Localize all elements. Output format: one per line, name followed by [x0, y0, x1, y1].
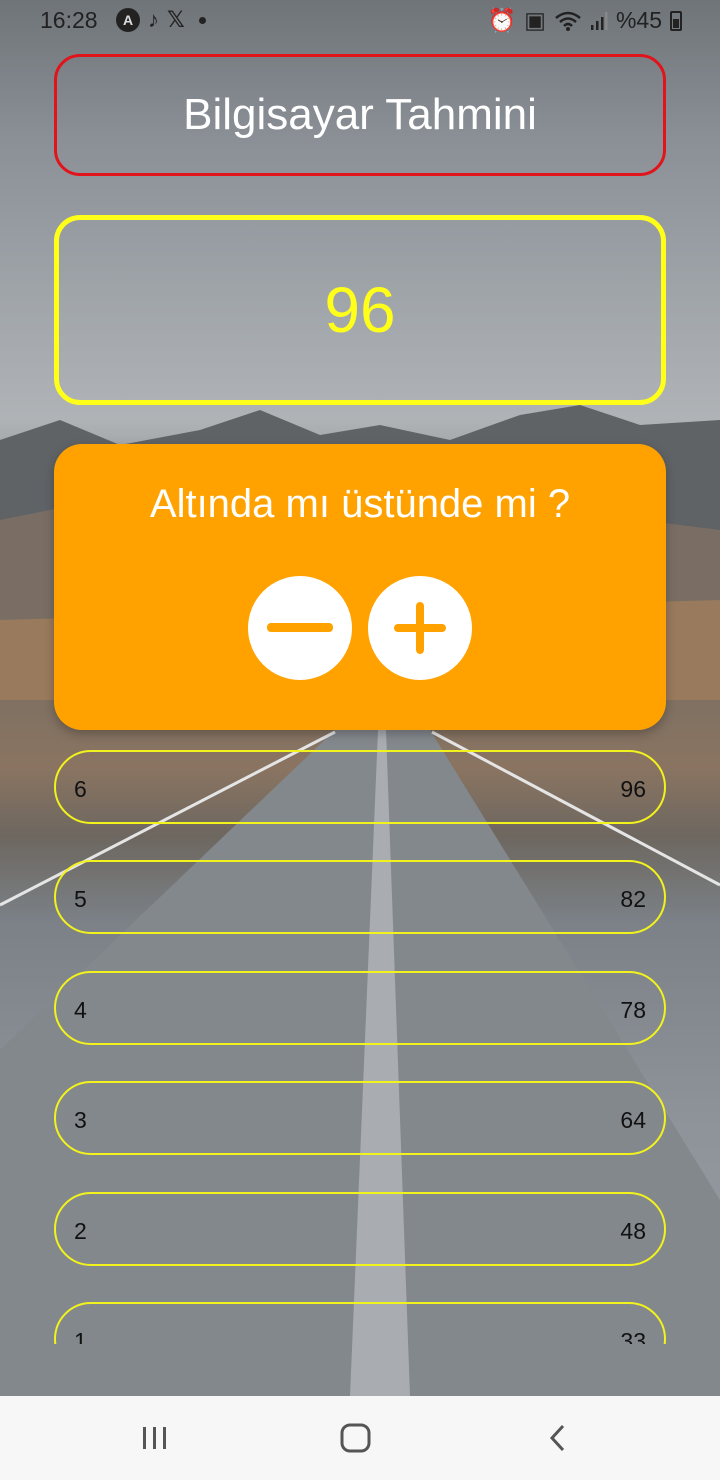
question-card: Altında mı üstünde mi ? — [54, 444, 666, 730]
recent-apps-icon — [143, 1427, 166, 1449]
dot-icon — [198, 16, 206, 24]
battery-text: %45 — [615, 7, 662, 33]
history-value: 64 — [620, 1107, 646, 1133]
history-index: 5 — [74, 886, 87, 912]
home-button[interactable] — [326, 1416, 386, 1460]
home-icon — [340, 1423, 371, 1453]
history-row: 4 78 — [54, 971, 666, 1045]
plus-icon — [394, 602, 446, 654]
battery-icon — [670, 10, 682, 31]
computer-guess-value: 96 — [324, 274, 396, 346]
history-value: 33 — [620, 1328, 646, 1344]
signal-icon — [590, 11, 608, 30]
navigation-bar — [0, 1396, 720, 1480]
tiktok-icon: ♪ — [148, 7, 159, 32]
status-time: 16:28 — [40, 7, 98, 33]
history-index: 4 — [74, 997, 87, 1023]
history-index: 3 — [74, 1107, 87, 1133]
history-value: 82 — [620, 886, 646, 912]
wifi-icon — [555, 11, 581, 31]
back-icon — [549, 1424, 565, 1452]
recent-apps-button[interactable] — [125, 1416, 185, 1460]
lower-button[interactable] — [248, 576, 352, 680]
history-row: 2 48 — [54, 1192, 666, 1266]
alarm-icon: ⏰ — [487, 7, 517, 33]
status-bar: 16:28 A ♪ 𝕏 ⏰ ▣ %45 — [0, 0, 720, 40]
higher-button[interactable] — [368, 576, 472, 680]
history-index: 1 — [74, 1328, 87, 1344]
history-row: 3 64 — [54, 1081, 666, 1155]
guess-history-list[interactable]: 6 96 5 82 4 78 3 64 2 48 1 33 — [0, 740, 720, 1344]
page-title-box: Bilgisayar Tahmini — [54, 54, 666, 176]
history-value: 48 — [620, 1218, 646, 1244]
history-row: 6 96 — [54, 750, 666, 824]
back-button[interactable] — [528, 1416, 588, 1460]
question-text: Altında mı üstünde mi ? — [149, 482, 571, 526]
a-circle-icon: A — [116, 8, 140, 32]
minus-icon — [267, 623, 333, 632]
computer-guess-box: 96 — [54, 215, 666, 405]
page-title: Bilgisayar Tahmini — [183, 90, 537, 139]
x-icon: 𝕏 — [167, 7, 185, 32]
history-value: 96 — [620, 776, 646, 802]
history-index: 2 — [74, 1218, 87, 1244]
history-index: 6 — [74, 776, 87, 802]
sim-icon: ▣ — [524, 7, 546, 33]
history-row: 5 82 — [54, 860, 666, 934]
history-row: 1 33 — [54, 1302, 666, 1344]
history-value: 78 — [620, 997, 646, 1023]
